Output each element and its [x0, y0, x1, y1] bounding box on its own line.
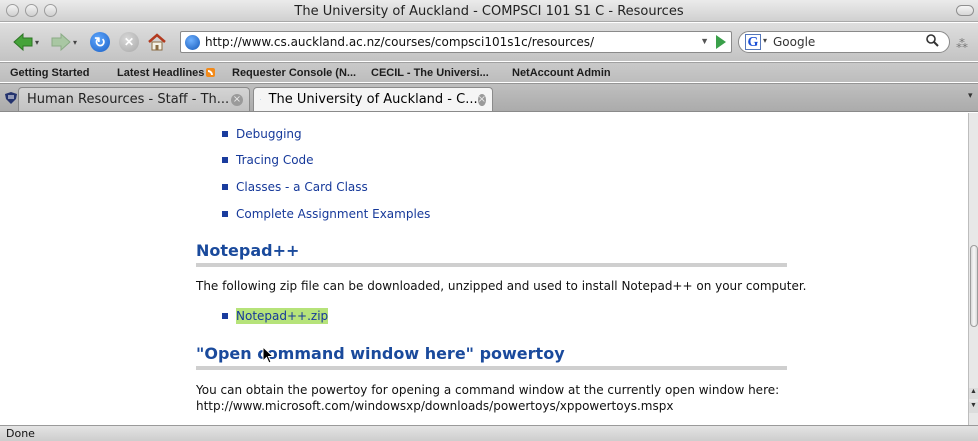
activity-throbber-icon: ⁂	[956, 37, 968, 51]
scroll-up-arrow-icon[interactable]: ▲	[969, 388, 978, 399]
go-arrow-icon[interactable]	[716, 35, 726, 49]
back-arrow-icon	[13, 32, 33, 52]
bookmark-netaccount-admin[interactable]: NetAccount Admin	[512, 67, 611, 79]
scroll-down-arrow-icon[interactable]: ▼	[969, 402, 978, 413]
section-heading-powertoy: "Open command window here" powertoy	[196, 344, 565, 363]
list-item: Tracing Code	[222, 153, 314, 167]
link-classes-card-class[interactable]: Classes - a Card Class	[236, 180, 368, 194]
bookmarks-bar: Getting Started Latest Headlines Request…	[0, 62, 978, 82]
link-complete-assignment-examples[interactable]: Complete Assignment Examples	[236, 207, 430, 221]
tab-human-resources[interactable]: Human Resources - Staff - Th... ×	[18, 87, 250, 111]
search-input[interactable]: Google	[773, 35, 815, 49]
window-title: The University of Auckland - COMPSCI 101…	[294, 4, 684, 19]
forward-button[interactable]: ▾	[50, 31, 77, 53]
mouse-pointer-icon	[262, 346, 275, 364]
bullet-icon	[222, 157, 228, 163]
rss-feed-icon	[206, 68, 216, 77]
reload-icon: ↻	[90, 32, 110, 52]
link-tracing-code[interactable]: Tracing Code	[236, 153, 314, 167]
section-divider	[196, 366, 787, 370]
forward-history-caret-icon[interactable]: ▾	[73, 38, 77, 47]
status-bar: Done	[0, 425, 978, 441]
forward-arrow-icon	[51, 32, 71, 52]
list-item: Classes - a Card Class	[222, 180, 368, 194]
bullet-icon	[222, 131, 228, 137]
toolbar-toggle-button[interactable]	[956, 5, 974, 16]
close-tab-icon[interactable]: ×	[477, 93, 486, 106]
navigation-toolbar: ▾ ▾ ↻ ✕ http://www.cs.auckland.ac.nz/cou…	[0, 23, 978, 61]
bookmark-requester-console[interactable]: Requester Console (N...	[232, 67, 356, 79]
scrollbar-thumb[interactable]	[970, 245, 978, 327]
search-icon[interactable]	[926, 34, 939, 50]
home-button[interactable]	[146, 31, 168, 53]
tab-bar: Human Resources - Staff - Th... × The Un…	[0, 83, 978, 112]
home-icon	[148, 33, 166, 51]
page-content: Debugging Tracing Code Classes - a Card …	[0, 113, 968, 425]
url-bar[interactable]: http://www.cs.auckland.ac.nz/courses/com…	[180, 31, 732, 53]
back-history-caret-icon[interactable]: ▾	[35, 38, 39, 47]
list-item: Debugging	[222, 127, 302, 141]
tab-list-arrow-icon[interactable]: ▾	[968, 90, 978, 110]
bookmark-cecil[interactable]: CECIL - The Universi...	[371, 67, 489, 79]
section-divider	[196, 263, 787, 267]
link-powertoy-url[interactable]: http://www.microsoft.com/windowsxp/downl…	[196, 399, 673, 413]
shield-icon	[5, 92, 17, 104]
search-bar[interactable]: G ▾ Google	[738, 31, 950, 53]
back-button[interactable]: ▾	[12, 31, 39, 53]
tab-label: Human Resources - Staff - Th...	[27, 92, 230, 107]
bookmark-getting-started[interactable]: Getting Started	[10, 67, 89, 79]
bookmark-label: Latest Headlines	[117, 67, 205, 79]
bullet-icon	[222, 211, 228, 217]
vertical-scrollbar[interactable]: ▲ ▼	[968, 113, 978, 425]
close-tab-icon[interactable]: ×	[231, 93, 243, 106]
bullet-icon	[222, 313, 228, 319]
google-engine-icon[interactable]: G	[745, 34, 761, 50]
stop-button[interactable]: ✕	[119, 31, 139, 53]
list-item: Notepad++.zip	[222, 308, 329, 324]
link-notepad-zip[interactable]: Notepad++.zip	[236, 308, 329, 324]
globe-icon	[185, 35, 200, 50]
url-text[interactable]: http://www.cs.auckland.ac.nz/courses/com…	[205, 35, 594, 49]
powertoy-description: You can obtain the powertoy for opening …	[196, 383, 780, 397]
reload-button[interactable]: ↻	[90, 31, 110, 53]
tab-university-auckland[interactable]: The University of Auckland - C... ×	[253, 87, 493, 111]
bullet-icon	[222, 184, 228, 190]
url-history-dropdown-icon[interactable]: ▼	[700, 36, 709, 46]
stop-icon: ✕	[119, 32, 139, 52]
status-text: Done	[6, 427, 35, 440]
section-heading-notepad: Notepad++	[196, 241, 300, 260]
link-debugging[interactable]: Debugging	[236, 127, 302, 141]
search-engine-caret-icon[interactable]: ▾	[763, 36, 767, 45]
bookmark-latest-headlines[interactable]: Latest Headlines	[117, 67, 216, 79]
notepad-description: The following zip file can be downloaded…	[196, 279, 807, 293]
globe-icon	[260, 99, 261, 100]
tab-label: The University of Auckland - C...	[268, 92, 478, 107]
list-item: Complete Assignment Examples	[222, 207, 430, 221]
window-titlebar: The University of Auckland - COMPSCI 101…	[0, 0, 978, 22]
